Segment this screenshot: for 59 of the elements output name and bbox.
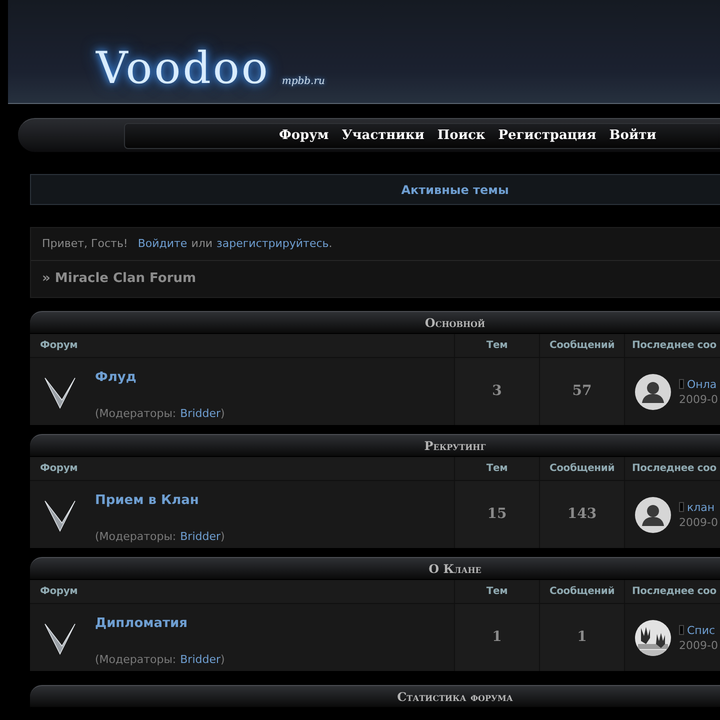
register-link[interactable]: зарегистрируйтесь bbox=[216, 236, 329, 252]
column-header: Тем bbox=[486, 339, 508, 353]
paren-text: ) bbox=[220, 528, 225, 544]
column-header: Последнее соо bbox=[632, 585, 716, 599]
category-title: О Клане bbox=[428, 560, 482, 578]
category-title: Рекрутинг bbox=[424, 438, 486, 454]
or-text: или bbox=[191, 236, 213, 252]
last-post-date: 2009-0 bbox=[679, 638, 718, 652]
moderator-link[interactable]: Bridder bbox=[180, 652, 221, 668]
column-header: Форум bbox=[40, 339, 78, 353]
nav-link[interactable]: Участники bbox=[342, 126, 424, 146]
column-header: Последнее соо bbox=[632, 462, 716, 476]
logo-subtitle: mpbb.ru bbox=[282, 75, 325, 89]
column-header: Сообщений bbox=[549, 585, 615, 599]
site-logo[interactable]: Voodoo bbox=[96, 47, 270, 91]
period-text: . bbox=[328, 236, 332, 252]
last-post-date: 2009-0 bbox=[679, 392, 718, 406]
last-post-link[interactable]: Онла bbox=[687, 376, 717, 392]
greeting-text: Привет, Гость! bbox=[42, 236, 128, 252]
column-header: Тем bbox=[486, 585, 508, 599]
last-post-date: 2009-0 bbox=[679, 514, 718, 530]
topics-count: 1 bbox=[492, 628, 502, 647]
last-post-link[interactable]: Спис bbox=[687, 622, 716, 638]
column-header: Сообщений bbox=[549, 339, 615, 353]
category-title: Основной bbox=[424, 314, 486, 332]
moderator-link[interactable]: Bridder bbox=[180, 528, 221, 545]
topic-icon bbox=[679, 502, 684, 512]
posts-count: 1 bbox=[577, 628, 587, 647]
paren-text: ) bbox=[220, 652, 225, 668]
posts-count: 143 bbox=[567, 505, 597, 524]
login-link[interactable]: Войдите bbox=[138, 236, 188, 252]
avatar-icon bbox=[635, 374, 671, 410]
breadcrumb-link[interactable]: » Miracle Clan Forum bbox=[42, 269, 196, 289]
topics-count: 15 bbox=[487, 505, 507, 524]
column-header: Тем bbox=[486, 462, 508, 476]
column-header: Последнее соо bbox=[632, 339, 716, 353]
category-title: Статистика форума bbox=[397, 688, 513, 706]
topics-count: 3 bbox=[492, 382, 502, 401]
active-topics-link[interactable]: Активные темы bbox=[30, 174, 720, 205]
column-header: Сообщений bbox=[549, 462, 615, 476]
nav-link[interactable]: Регистрация bbox=[498, 126, 596, 146]
forum-title-link[interactable]: Флуд bbox=[95, 368, 136, 388]
topic-icon bbox=[679, 379, 684, 389]
last-post-link[interactable]: клан bbox=[687, 500, 715, 514]
forum-title-link[interactable]: Прием в Клан bbox=[95, 491, 199, 510]
paren-text: ) bbox=[220, 406, 225, 422]
column-header: Форум bbox=[40, 585, 78, 599]
avatar-icon bbox=[635, 496, 671, 532]
moderators-label: (Модераторы: bbox=[95, 406, 176, 422]
nav-link[interactable]: Поиск bbox=[437, 126, 486, 146]
nav-link[interactable]: Войти bbox=[609, 126, 656, 146]
moderator-link[interactable]: Bridder bbox=[180, 406, 221, 422]
nav-link[interactable]: Форум bbox=[279, 126, 329, 146]
forum-title-link[interactable]: Дипломатия bbox=[95, 614, 188, 634]
moderators-label: (Модераторы: bbox=[95, 528, 176, 544]
topic-icon bbox=[679, 625, 684, 635]
posts-count: 57 bbox=[572, 382, 592, 401]
moderators-label: (Модераторы: bbox=[95, 652, 176, 668]
column-header: Форум bbox=[40, 462, 78, 476]
